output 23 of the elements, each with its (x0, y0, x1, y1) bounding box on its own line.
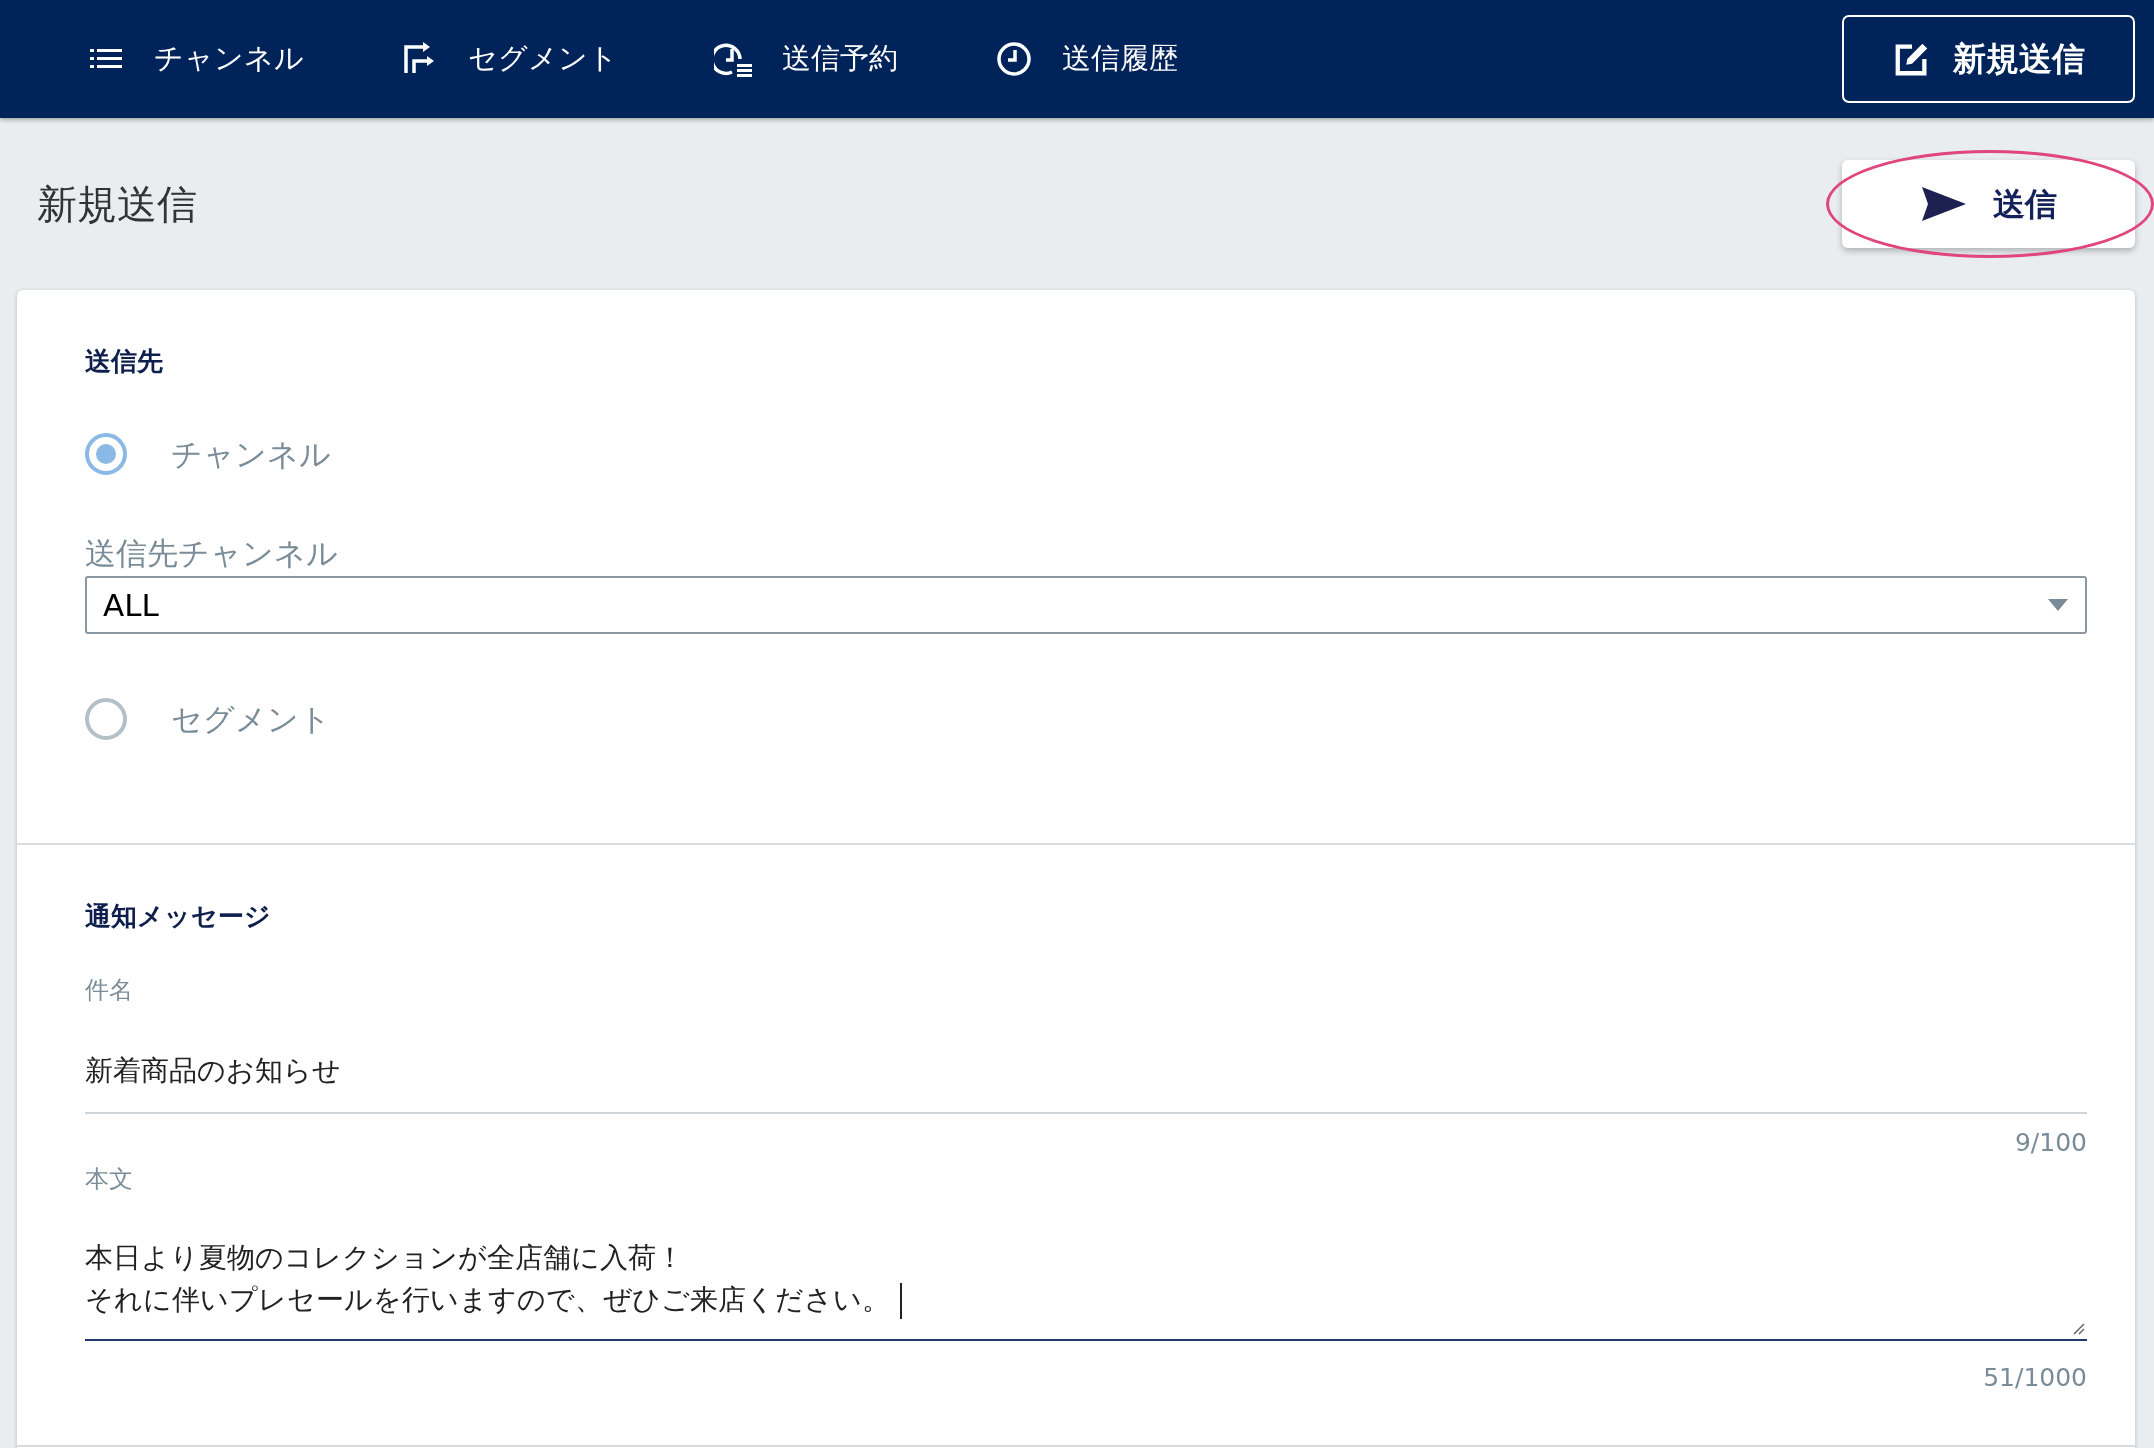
resize-handle-icon[interactable] (2071, 1321, 2085, 1336)
send-button[interactable]: 送信 (1842, 160, 2135, 248)
subject-input[interactable]: 新着商品のお知らせ (85, 1049, 2087, 1114)
section-heading: 通知メッセージ (85, 900, 272, 932)
field-label: 送信先チャンネル (85, 533, 338, 573)
page-title: 新規送信 (37, 180, 197, 228)
nav-link[interactable]: チャンネル (86, 37, 304, 81)
nav-link[interactable]: 送信予約 (714, 37, 898, 81)
body-textarea[interactable]: 本日より夏物のコレクションが全店舗に入荷！ それに伴いプレセールを行いますので、ぜひご来店ください。 (85, 1237, 2087, 1342)
new-send-button[interactable]: 新規送信 (1842, 15, 2135, 103)
channel-select[interactable]: ALL (85, 576, 2087, 635)
character-counter: 51/1000 (1983, 1362, 2087, 1395)
text-line: 本日より夏物のコレクションが全店舗に入荷！ (85, 1240, 684, 1277)
caret-icon (2047, 598, 2069, 613)
section-heading: 送信先 (85, 346, 164, 378)
nav-link[interactable]: 送信履歴 (994, 37, 1178, 81)
character-counter: 9/100 (2014, 1126, 2087, 1159)
nav-link[interactable]: セグメント (400, 37, 618, 81)
send-icon (1920, 186, 1967, 222)
field-label: 本文 (85, 1164, 133, 1196)
clock-icon (994, 39, 1034, 79)
field-label: 件名 (85, 974, 134, 1006)
text-line: それに伴いプレセールを行いますので、ぜひご来店ください。 (85, 1279, 902, 1322)
